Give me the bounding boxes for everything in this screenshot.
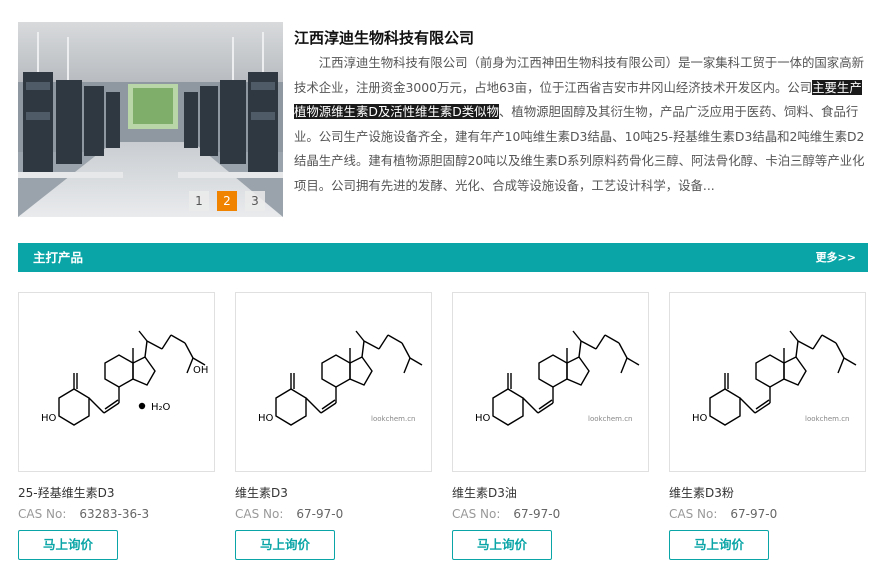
side-hydroxyl-label: OH bbox=[193, 365, 208, 376]
slider-pagination: 1 2 3 bbox=[189, 191, 265, 211]
inquire-button[interactable]: 马上询价 bbox=[235, 530, 335, 560]
product-image[interactable]: HO OH H₂O bbox=[18, 292, 215, 472]
product-image[interactable]: HO lookchem.cn bbox=[452, 292, 649, 472]
cas-number: 67-97-0 bbox=[730, 507, 778, 521]
product-cas: CAS No: 67-97-0 bbox=[669, 506, 867, 522]
more-link[interactable]: 更多>> bbox=[816, 243, 856, 272]
product-cas: CAS No: 67-97-0 bbox=[452, 506, 650, 522]
slide-dot-2[interactable]: 2 bbox=[217, 191, 237, 211]
product-card[interactable]: HO lookchem.cn 维生素D3油 CAS No: 67-97-0 马上询… bbox=[452, 292, 650, 560]
section-title: 主打产品 bbox=[33, 250, 84, 265]
lab-photo bbox=[18, 22, 283, 217]
hydroxyl-label: HO bbox=[258, 413, 274, 424]
product-cas: CAS No: 63283-36-3 bbox=[18, 506, 216, 522]
product-image[interactable]: HO lookchem.cn bbox=[669, 292, 866, 472]
section-header: 主打产品 更多>> bbox=[18, 243, 868, 272]
product-cas: CAS No: 67-97-0 bbox=[235, 506, 433, 522]
cas-label: CAS No: bbox=[18, 507, 67, 521]
hydrate-label: H₂O bbox=[151, 402, 171, 413]
company-description: 江西淳迪生物科技有限公司（前身为江西神田生物科技有限公司）是一家集科工贸于一体的… bbox=[294, 51, 868, 199]
slide-dot-1[interactable]: 1 bbox=[189, 191, 209, 211]
structure-vitamin-d3-oil: HO lookchem.cn bbox=[475, 330, 640, 426]
product-card[interactable]: HO lookchem.cn 维生素D3粉 CAS No: 67-97-0 马上询… bbox=[669, 292, 867, 560]
watermark-text: lookchem.cn bbox=[588, 415, 633, 423]
structure-vitamin-d3: HO lookchem.cn bbox=[258, 330, 423, 426]
company-title[interactable]: 江西淳迪生物科技有限公司 bbox=[294, 27, 868, 49]
cas-number: 67-97-0 bbox=[513, 507, 561, 521]
product-name[interactable]: 维生素D3油 bbox=[452, 485, 650, 501]
product-name[interactable]: 维生素D3粉 bbox=[669, 485, 867, 501]
watermark-text: lookchem.cn bbox=[371, 415, 416, 423]
hydroxyl-label: HO bbox=[41, 413, 57, 424]
structure-vitamin-d3-powder: HO lookchem.cn bbox=[692, 330, 857, 426]
slide-dot-3[interactable]: 3 bbox=[245, 191, 265, 211]
inquire-button[interactable]: 马上询价 bbox=[669, 530, 769, 560]
hydroxyl-label: HO bbox=[692, 413, 708, 424]
product-name[interactable]: 25-羟基维生素D3 bbox=[18, 485, 216, 501]
desc-text: 江西淳迪生物科技有限公司（前身为江西神田生物科技有限公司）是一家集科工贸于一体的… bbox=[294, 55, 864, 95]
cas-number: 63283-36-3 bbox=[79, 507, 150, 521]
product-card[interactable]: HO OH H₂O 25-羟基维生素D3 CAS No: 63283-36-3 马… bbox=[18, 292, 216, 560]
cas-label: CAS No: bbox=[235, 507, 284, 521]
product-card[interactable]: HO lookchem.cn 维生素D3 CAS No: 67-97-0 马上询价 bbox=[235, 292, 433, 560]
inquire-button[interactable]: 马上询价 bbox=[452, 530, 552, 560]
watermark-text: lookchem.cn bbox=[805, 415, 850, 423]
cas-label: CAS No: bbox=[669, 507, 718, 521]
company-intro: 1 2 3 江西淳迪生物科技有限公司 江西淳迪生物科技有限公司（前身为江西神田生… bbox=[18, 22, 870, 218]
cas-label: CAS No: bbox=[452, 507, 501, 521]
product-name[interactable]: 维生素D3 bbox=[235, 485, 433, 501]
product-image[interactable]: HO lookchem.cn bbox=[235, 292, 432, 472]
company-info: 江西淳迪生物科技有限公司 江西淳迪生物科技有限公司（前身为江西神田生物科技有限公… bbox=[294, 27, 868, 199]
structure-25-hydroxy-vitamin-d3: HO OH H₂O bbox=[41, 330, 208, 426]
inquire-button[interactable]: 马上询价 bbox=[18, 530, 118, 560]
cas-number: 67-97-0 bbox=[296, 507, 344, 521]
hydroxyl-label: HO bbox=[475, 413, 491, 424]
lab-image-slider[interactable]: 1 2 3 bbox=[18, 22, 283, 217]
